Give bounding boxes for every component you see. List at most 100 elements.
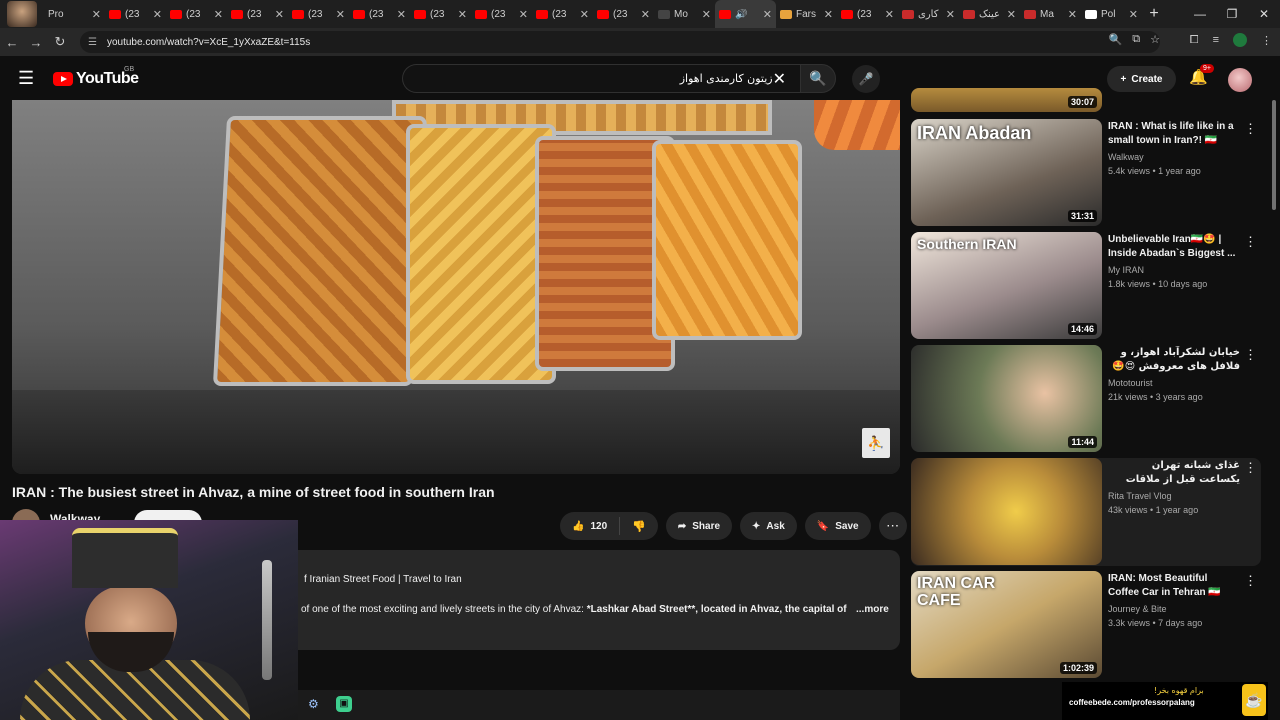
related-video-3[interactable]: 11:44 خیابان لشکرآباد اهواز، و فلافل های…: [911, 345, 1261, 453]
video-thumbnail[interactable]: [911, 458, 1102, 565]
related-channel[interactable]: Rita Travel Vlog: [1108, 491, 1172, 501]
ask-button[interactable]: ✦ Ask: [740, 512, 797, 540]
account-avatar[interactable]: [1228, 68, 1252, 92]
close-icon[interactable]: ✕: [946, 8, 955, 21]
tab-5[interactable]: (23 ✕: [349, 0, 410, 28]
more-options-icon[interactable]: ⋮: [1244, 347, 1257, 363]
voice-search-button[interactable]: 🎤: [852, 65, 880, 93]
close-window-icon[interactable]: ✕: [1248, 0, 1280, 28]
related-video-1[interactable]: IRAN Abadan 31:31 IRAN : What is life li…: [911, 119, 1261, 227]
bookmark-star-icon[interactable]: ☆: [1150, 33, 1160, 46]
close-icon[interactable]: ✕: [763, 8, 772, 21]
close-icon[interactable]: ✕: [885, 8, 894, 21]
minimize-icon[interactable]: —: [1184, 0, 1216, 28]
reload-icon[interactable]: ↻: [48, 34, 72, 50]
menu-dots-icon[interactable]: ⋮: [1261, 34, 1272, 47]
close-icon[interactable]: ✕: [275, 8, 284, 21]
tab-profile[interactable]: [0, 0, 44, 28]
close-icon[interactable]: ✕: [519, 8, 528, 21]
close-icon[interactable]: ✕: [458, 8, 467, 21]
close-icon[interactable]: ✕: [1068, 8, 1077, 21]
video-actions: 👍 120 👎 ➦ Share ✦ Ask 🔖 Save ⋯: [560, 512, 907, 540]
share-button[interactable]: ➦ Share: [665, 512, 733, 540]
tab-12[interactable]: Fars ✕: [776, 0, 837, 28]
app-icon[interactable]: ▣: [336, 696, 352, 712]
related-channel[interactable]: Mototourist: [1108, 378, 1153, 388]
create-button[interactable]: + Create: [1107, 66, 1176, 92]
clear-search-icon[interactable]: ✕: [773, 69, 786, 89]
search-button[interactable]: 🔍: [800, 64, 836, 93]
close-icon[interactable]: ✕: [1129, 8, 1138, 21]
restore-icon[interactable]: ❐: [1216, 0, 1248, 28]
like-button[interactable]: 👍 120: [560, 517, 621, 535]
more-options-icon[interactable]: ⋮: [1244, 121, 1257, 137]
more-actions-button[interactable]: ⋯: [878, 512, 907, 540]
close-icon[interactable]: ✕: [92, 8, 101, 21]
tab-16[interactable]: Ma ✕: [1020, 0, 1081, 28]
close-icon[interactable]: ✕: [702, 8, 711, 21]
channel-watermark-icon[interactable]: ⛹: [862, 428, 890, 458]
site-settings-icon[interactable]: ☰: [88, 37, 97, 48]
hamburger-menu-icon[interactable]: ☰: [18, 68, 34, 89]
close-icon[interactable]: ✕: [580, 8, 589, 21]
tab-15[interactable]: عینک ✕: [959, 0, 1020, 28]
dislike-button[interactable]: 👎: [620, 520, 658, 533]
scrollbar-thumb[interactable]: [1272, 100, 1276, 210]
close-icon[interactable]: ✕: [336, 8, 345, 21]
video-thumbnail[interactable]: 11:44: [911, 345, 1102, 452]
tab-2[interactable]: (23 ✕: [166, 0, 227, 28]
tab-7[interactable]: (23 ✕: [471, 0, 532, 28]
tab-10[interactable]: Mo ✕: [654, 0, 715, 28]
close-icon[interactable]: ✕: [397, 8, 406, 21]
video-thumbnail[interactable]: Southern IRAN 14:46: [911, 232, 1102, 339]
save-button[interactable]: 🔖 Save: [804, 512, 871, 540]
forward-icon[interactable]: →: [24, 35, 48, 50]
tab-3[interactable]: (23 ✕: [227, 0, 288, 28]
new-tab-icon[interactable]: +: [1142, 5, 1166, 23]
page-scrollbar[interactable]: [1270, 100, 1278, 680]
related-video-4[interactable]: غذای شبانه تهران یکساعت قبل از ملاقات اخ…: [911, 458, 1261, 566]
tab-active[interactable]: 🔊 ✕: [715, 0, 776, 28]
search-input[interactable]: [417, 72, 773, 85]
related-video-5[interactable]: IRAN CAR CAFE 1:02:39 IRAN: Most Beautif…: [911, 571, 1261, 679]
description-more-link[interactable]: ...more: [856, 604, 889, 615]
related-channel[interactable]: My IRAN: [1108, 265, 1144, 275]
tab-4[interactable]: (23 ✕: [288, 0, 349, 28]
extensions-icon[interactable]: ⧠: [1190, 34, 1199, 47]
close-icon[interactable]: ✕: [824, 8, 833, 21]
related-video-0[interactable]: 30:07: [911, 88, 1261, 112]
related-channel[interactable]: Walkway: [1108, 152, 1144, 162]
more-options-icon[interactable]: ⋮: [1244, 460, 1257, 476]
tab-0[interactable]: Pro ✕: [44, 0, 105, 28]
install-icon[interactable]: ⧉: [1132, 33, 1140, 46]
coffee-banner: برام قهوه بخر! coffeebede.com/professorp…: [1062, 682, 1268, 720]
more-options-icon[interactable]: ⋮: [1244, 234, 1257, 250]
close-icon[interactable]: ✕: [214, 8, 223, 21]
tab-9[interactable]: (23 ✕: [593, 0, 654, 28]
steam-icon[interactable]: ⚙: [308, 697, 322, 711]
video-thumbnail[interactable]: IRAN Abadan 31:31: [911, 119, 1102, 226]
tab-1[interactable]: (23 ✕: [105, 0, 166, 28]
tab-17[interactable]: Pol ✕: [1081, 0, 1142, 28]
related-video-2[interactable]: Southern IRAN 14:46 Unbelievable Iran🇮🇷🤩…: [911, 232, 1261, 340]
video-player[interactable]: ⛹: [12, 100, 900, 474]
url-field[interactable]: ☰ youtube.com/watch?v=XcE_1yXxaZE&t=115s: [80, 31, 1160, 53]
back-icon[interactable]: ←: [0, 35, 24, 50]
tab-6[interactable]: (23 ✕: [410, 0, 471, 28]
speaker-icon[interactable]: 🔊: [735, 9, 759, 20]
tab-14[interactable]: کاری ✕: [898, 0, 959, 28]
video-thumbnail[interactable]: 30:07: [911, 88, 1102, 112]
profile-icon[interactable]: [1233, 33, 1247, 47]
media-icon[interactable]: ≡: [1213, 34, 1219, 46]
close-icon[interactable]: ✕: [641, 8, 650, 21]
close-icon[interactable]: ✕: [1007, 8, 1016, 21]
related-channel[interactable]: Journey & Bite: [1108, 604, 1167, 614]
close-icon[interactable]: ✕: [153, 8, 162, 21]
tab-8[interactable]: (23 ✕: [532, 0, 593, 28]
zoom-icon[interactable]: 🔍: [1109, 33, 1123, 46]
more-options-icon[interactable]: ⋮: [1244, 573, 1257, 589]
youtube-logo[interactable]: YouTube GB: [53, 66, 139, 88]
tab-13[interactable]: (23 ✕: [837, 0, 898, 28]
share-icon: ➦: [677, 520, 687, 532]
video-thumbnail[interactable]: IRAN CAR CAFE 1:02:39: [911, 571, 1102, 678]
